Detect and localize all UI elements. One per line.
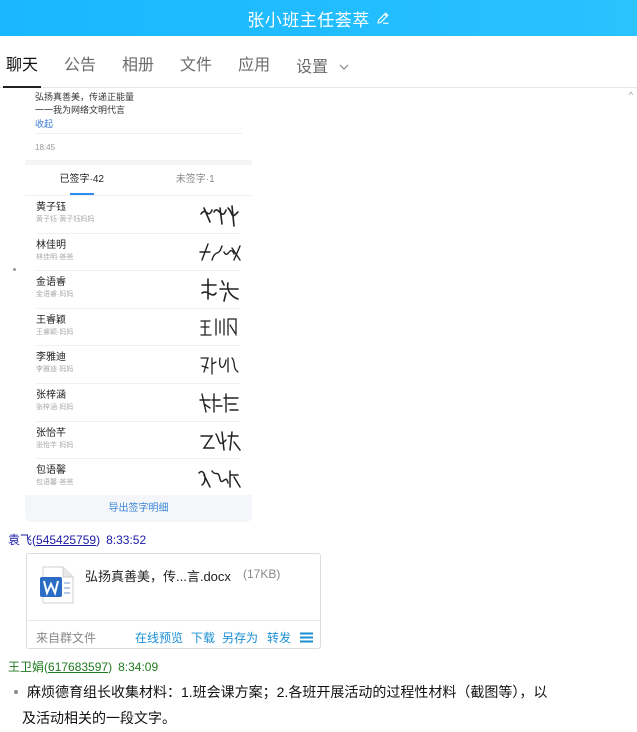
tab-signed: 已签字·42 <box>25 165 139 195</box>
notice-time: 18:45 <box>35 143 56 152</box>
message-text: 麻烦德育组长收集材料：1.班会课方案；2.各班开展活动的过程性材料（截图等），以… <box>9 679 629 731</box>
notice-preview: 弘扬真善美，传递正能量 一一我为网络文明代言 收起 18:45 <box>25 88 252 160</box>
preview-online-link[interactable]: 在线预览 <box>135 629 183 646</box>
export-signatures-button: 导出签字明细 <box>25 495 252 522</box>
message-time: 8:33:52 <box>106 533 147 547</box>
sender-name[interactable]: 袁飞 <box>8 533 32 547</box>
signature-image <box>200 357 239 376</box>
file-name[interactable]: 弘扬真善美，传...言.docx <box>85 566 231 585</box>
signature-tabs: 已签字·42 未签字·1 <box>25 165 252 196</box>
word-doc-icon <box>39 565 75 610</box>
divider <box>27 620 320 621</box>
signature-image <box>199 242 241 261</box>
divider <box>35 133 242 134</box>
signature-row: 张怡芊 张怡芊·妈妈 <box>25 422 252 460</box>
tab-chat[interactable]: 聊天 <box>2 36 42 88</box>
title-bar: 张小班主任荟萃 <box>0 0 637 36</box>
message-line: 麻烦德育组长收集材料：1.班会课方案；2.各班开展活动的过程性材料（截图等），以 <box>27 684 548 700</box>
signature-row: 金语睿 金语睿·妈妈 <box>25 271 252 309</box>
message-line: 及活动相关的一段文字。 <box>22 710 176 726</box>
message-header: 王卫娟(617683597) 8:34:09 <box>8 660 159 674</box>
notice-line: 弘扬真善美，传递正能量 <box>35 92 135 102</box>
signature-image <box>198 470 241 488</box>
message-bullet <box>14 689 18 694</box>
save-as-link[interactable]: 另存为 <box>222 629 258 646</box>
group-title: 张小班主任荟萃 <box>247 10 370 30</box>
message-time: 8:34:09 <box>118 660 159 674</box>
signature-row: 黄子钰 黄子钰·黄子钰妈妈 <box>25 196 252 234</box>
sender-qq-link[interactable]: 545425759 <box>36 533 96 547</box>
signature-row: 王睿颖 王睿颖·妈妈 <box>25 309 252 347</box>
chevron-down-icon <box>339 36 349 96</box>
forward-link[interactable]: 转发 <box>267 629 291 646</box>
tab-settings[interactable]: 设置 <box>296 36 348 88</box>
download-link[interactable]: 下载 <box>191 629 215 646</box>
file-card[interactable]: 弘扬真善美，传...言.docx (17KB) 来自群文件 在线预览 下载 另存… <box>26 553 321 649</box>
pencil-icon[interactable] <box>376 11 390 25</box>
sender-qq-link[interactable]: 617683597 <box>48 660 108 674</box>
signing-screenshot[interactable]: 弘扬真善美，传递正能量 一一我为网络文明代言 收起 18:45 已签字·42 未… <box>25 88 252 522</box>
message-header: 袁飞(545425759) 8:33:52 <box>8 533 147 547</box>
file-source: 来自群文件 <box>36 631 97 645</box>
message-bullet <box>13 268 16 271</box>
signature-image <box>201 278 239 302</box>
signature-image <box>200 318 237 336</box>
signature-image <box>200 430 241 451</box>
menu-icon[interactable] <box>300 630 313 648</box>
tab-bar: 聊天 公告 相册 文件 应用 设置 <box>0 36 637 88</box>
signature-row: 包语馨 包语馨·爸爸 <box>25 459 252 497</box>
signature-image <box>200 205 239 227</box>
signature-row: 林佳明 林佳明·爸爸 <box>25 234 252 272</box>
signature-row: 张梓涵 张梓涵·妈妈 <box>25 384 252 422</box>
scroll-indicator[interactable]: ^ <box>629 90 633 100</box>
sender-name[interactable]: 王卫娟 <box>8 660 44 674</box>
signature-image <box>199 393 239 413</box>
notice-line: 一一我为网络文明代言 <box>35 105 126 115</box>
collapse-link: 收起 <box>35 119 54 129</box>
signature-row: 李雅迪 李雅迪·妈妈 <box>25 346 252 384</box>
tab-announcement[interactable]: 公告 <box>64 36 96 88</box>
tab-unsigned: 未签字·1 <box>175 174 215 185</box>
signature-panel: 已签字·42 未签字·1 黄子钰 黄子钰·黄子钰妈妈 林佳明 林佳明·爸爸 金语… <box>25 165 252 522</box>
tab-files[interactable]: 文件 <box>180 36 212 88</box>
tab-album[interactable]: 相册 <box>122 36 154 88</box>
file-size: (17KB) <box>243 567 281 581</box>
tab-apps[interactable]: 应用 <box>238 36 270 88</box>
